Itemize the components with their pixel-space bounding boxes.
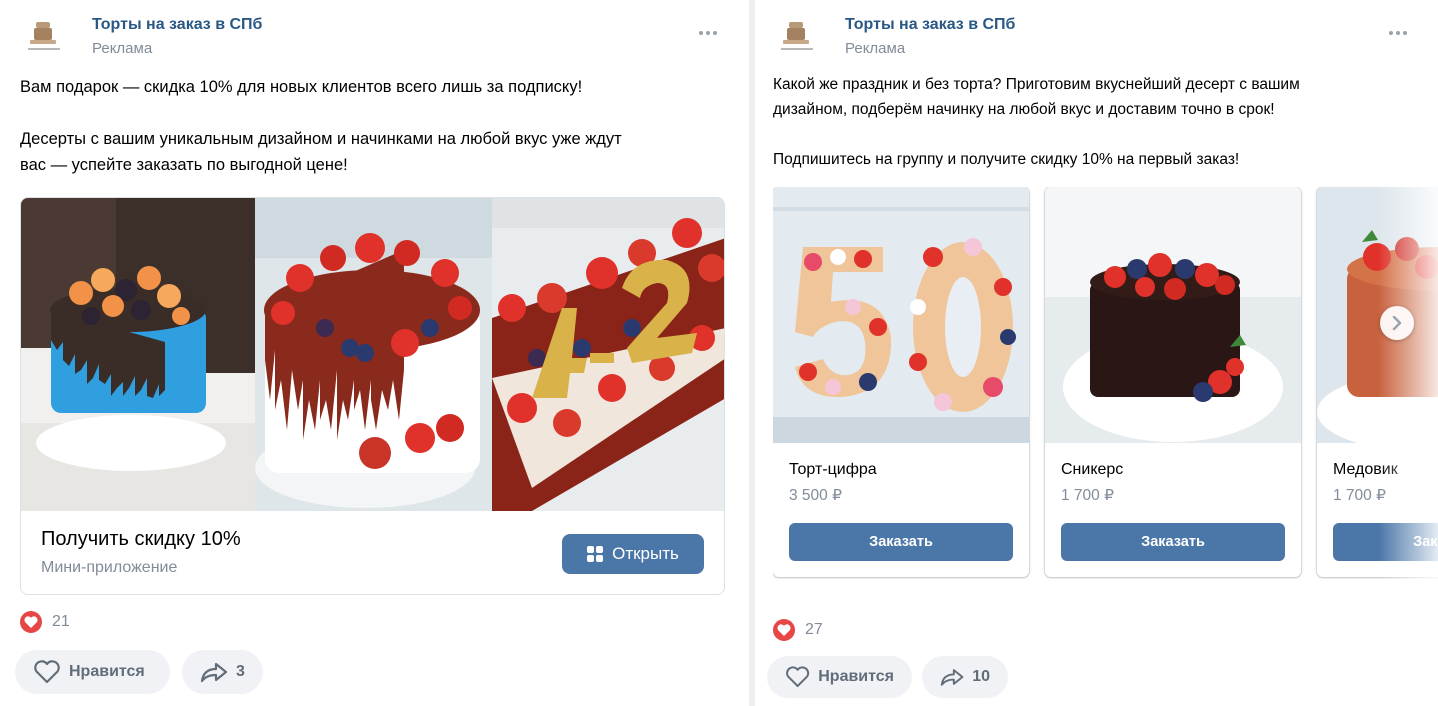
product-card[interactable]: Торт-цифра 3 500 ₽ Заказать xyxy=(773,187,1029,577)
card-subtitle: Мини-приложение xyxy=(41,559,178,576)
product-card[interactable]: Сникерс 1 700 ₽ Заказать xyxy=(1045,187,1301,577)
order-button[interactable]: Заказать xyxy=(1333,523,1438,561)
promo-image-strip xyxy=(21,198,724,511)
product-name: Торт-цифра xyxy=(789,461,877,478)
open-button-label: Открыть xyxy=(612,544,679,563)
like-button[interactable]: Нравится xyxy=(767,656,912,698)
mini-app-card[interactable]: Получить скидку 10% Мини-приложение Откр… xyxy=(20,197,725,595)
mini-app-grid-icon xyxy=(587,546,604,562)
share-button[interactable]: 3 xyxy=(182,650,263,694)
share-count: 10 xyxy=(972,668,990,685)
product-name: Медовик xyxy=(1333,461,1398,478)
post-header: Торты на заказ в СПб Реклама xyxy=(20,14,728,62)
like-button-label: Нравится xyxy=(69,663,145,680)
ad-post-1: Торты на заказ в СПб Реклама Вам подарок… xyxy=(0,0,748,706)
carousel-next-arrow-icon[interactable] xyxy=(1380,306,1414,340)
likes-count: 27 xyxy=(805,621,823,638)
post-header: Торты на заказ в СПб Реклама xyxy=(773,14,1418,62)
ad-label: Реклама xyxy=(92,40,153,57)
blue-drip-cake-image xyxy=(21,198,255,511)
group-name-link[interactable]: Торты на заказ в СПб xyxy=(92,16,262,34)
post-text: Какой же праздник и без торта? Приготови… xyxy=(773,76,1300,168)
product-price: 1 700 ₽ xyxy=(1333,487,1386,504)
product-price: 1 700 ₽ xyxy=(1061,487,1114,504)
share-icon xyxy=(200,662,228,683)
group-avatar[interactable] xyxy=(775,14,823,62)
heart-filled-icon xyxy=(20,611,42,633)
like-button-label: Нравится xyxy=(818,668,894,685)
medovik-cake-image xyxy=(1317,187,1438,443)
share-button[interactable]: 10 xyxy=(922,656,1008,698)
product-carousel: Торт-цифра 3 500 ₽ Заказать Сникерс 1 70… xyxy=(773,187,1438,579)
card-title: Получить скидку 10% xyxy=(41,528,241,550)
snickers-cake-image xyxy=(1045,187,1301,443)
ad-label: Реклама xyxy=(845,40,906,57)
likes-count: 21 xyxy=(52,613,70,630)
more-options-icon[interactable] xyxy=(1386,26,1410,40)
number-cake-50-image xyxy=(773,187,1029,443)
heart-filled-icon xyxy=(773,619,795,641)
like-button[interactable]: Нравится xyxy=(15,650,170,694)
product-price: 3 500 ₽ xyxy=(789,487,842,504)
share-count: 3 xyxy=(236,663,245,680)
ad-post-2: Торты на заказ в СПб Реклама Какой же пр… xyxy=(755,0,1438,706)
order-button[interactable]: Заказать xyxy=(789,523,1013,561)
more-options-icon[interactable] xyxy=(696,26,720,40)
group-name-link[interactable]: Торты на заказ в СПб xyxy=(845,16,1015,34)
heart-outline-icon xyxy=(786,666,810,688)
group-avatar[interactable] xyxy=(22,14,70,62)
product-card[interactable]: Медовик 1 700 ₽ Заказать xyxy=(1317,187,1438,577)
number-cake-42-image xyxy=(492,198,724,511)
product-name: Сникерс xyxy=(1061,461,1124,478)
likes-summary[interactable]: 27 xyxy=(773,619,823,641)
order-button[interactable]: Заказать xyxy=(1061,523,1285,561)
heart-outline-icon xyxy=(34,660,60,684)
share-icon xyxy=(940,669,964,686)
likes-summary[interactable]: 21 xyxy=(20,611,70,633)
white-drip-cake-image xyxy=(255,198,492,511)
post-text: Вам подарок — скидка 10% для новых клиен… xyxy=(20,78,622,174)
open-button[interactable]: Открыть xyxy=(562,534,704,574)
